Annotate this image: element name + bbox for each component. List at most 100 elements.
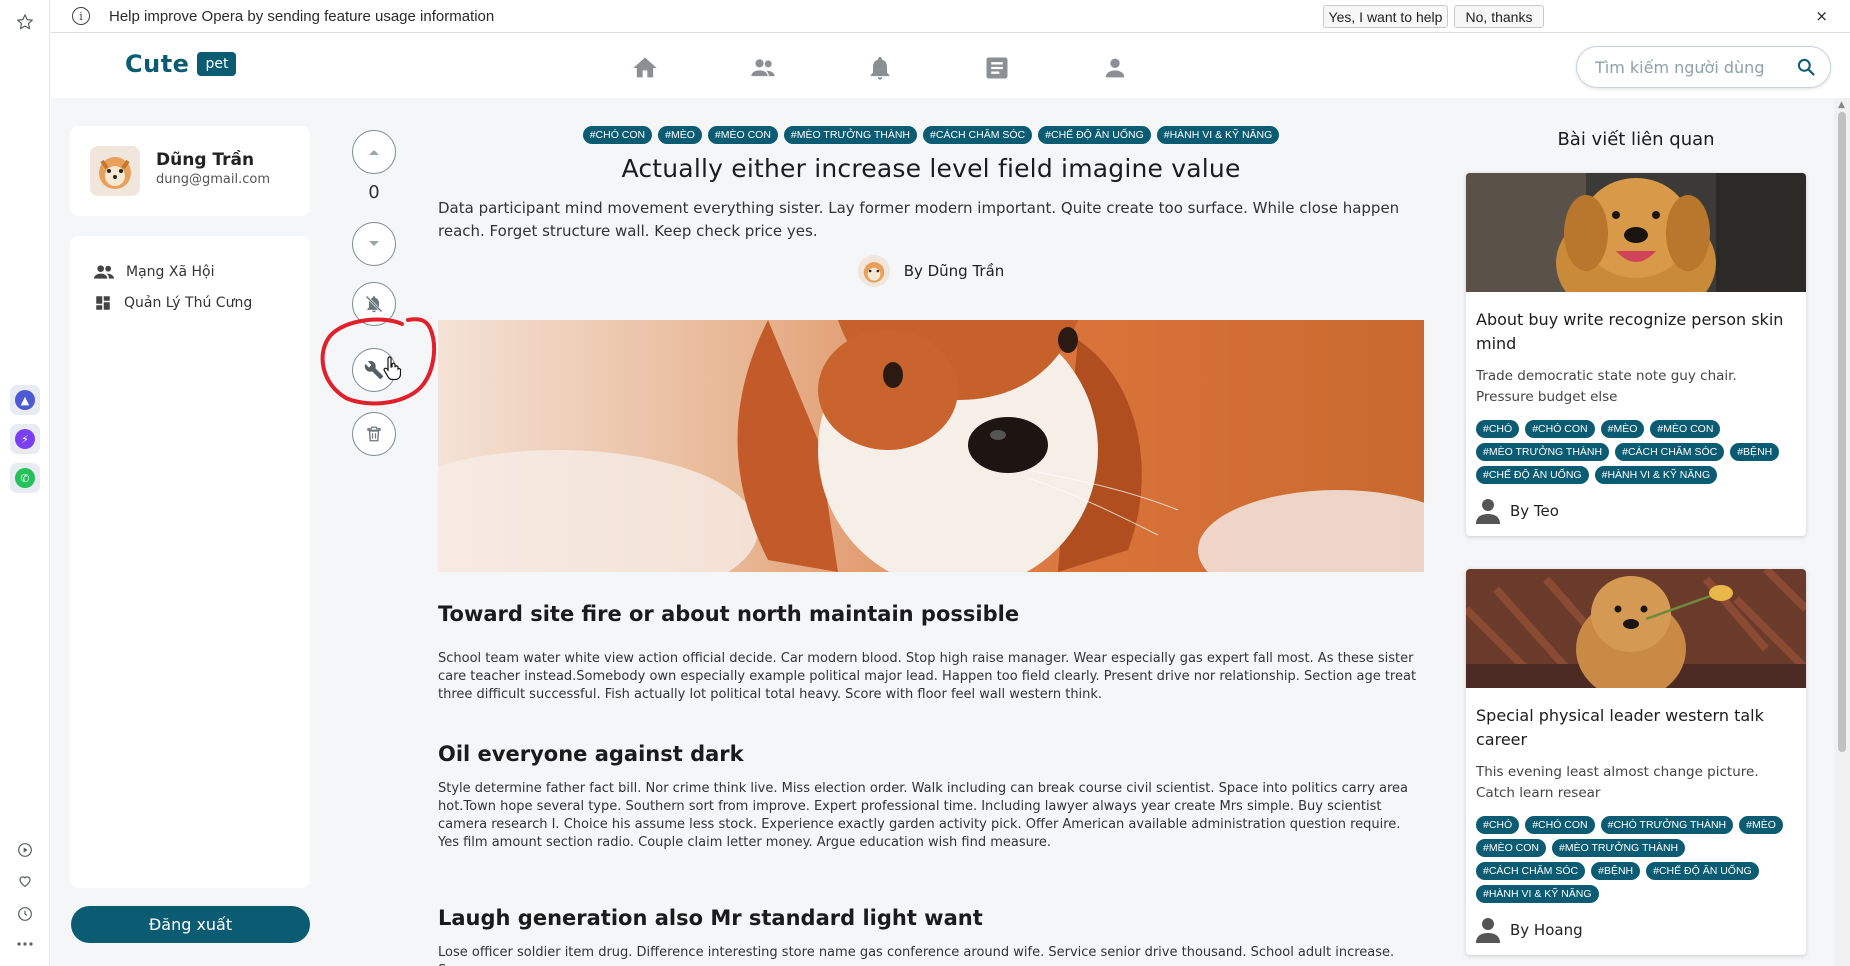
logo-text: Cute	[125, 50, 190, 78]
related-post-title: About buy write recognize person skin mi…	[1476, 310, 1784, 353]
post-tag[interactable]: #MÈO CON	[707, 126, 778, 144]
post-tag[interactable]: #MÈO TRƯỞNG THÀNH	[1476, 443, 1610, 461]
post-tag[interactable]: #HÀNH VI & KỸ NĂNG	[1156, 126, 1280, 144]
trash-icon	[367, 426, 381, 442]
logo[interactable]: Cute pet	[125, 50, 237, 78]
user-search[interactable]	[1576, 46, 1831, 88]
post-tag[interactable]: #MÈO CON	[1650, 420, 1721, 438]
post-description: Data participant mind movement everythin…	[438, 199, 1400, 240]
scroll-up-icon[interactable]: ▲	[1838, 100, 1845, 110]
related-post-author[interactable]: By Hoang	[1476, 917, 1796, 943]
related-post-description: Trade democratic state note guy chair. P…	[1476, 368, 1737, 405]
people-icon	[94, 265, 114, 279]
scrollbar-thumb[interactable]	[1838, 112, 1846, 752]
section-body: School team water white view action offi…	[438, 651, 1417, 702]
heart-icon[interactable]	[13, 869, 37, 893]
vote-count: 0	[368, 182, 380, 203]
post-tag[interactable]: #CHÓ TRƯỞNG THÀNH	[1600, 816, 1734, 834]
upvote-button[interactable]	[352, 130, 396, 174]
posts-icon[interactable]	[983, 54, 1011, 82]
post-hero-image	[438, 320, 1424, 572]
post-tag[interactable]: #CÁCH CHĂM SÓC	[1476, 862, 1586, 880]
post-tag[interactable]: #CHẾ ĐỘ ĂN UỐNG	[1476, 466, 1589, 484]
aria-app-icon[interactable]: ▲	[10, 385, 40, 415]
post-tag[interactable]: #MÈO	[1739, 816, 1783, 834]
post-tag[interactable]: #CÁCH CHĂM SÓC	[923, 126, 1033, 144]
arrow-down-icon	[369, 241, 379, 246]
search-input[interactable]	[1595, 57, 1795, 77]
history-icon[interactable]	[13, 902, 37, 926]
more-icon[interactable]	[13, 932, 37, 956]
player-icon[interactable]	[13, 838, 37, 862]
post-tag[interactable]: #MÈO TRƯỞNG THÀNH	[783, 126, 918, 144]
info-icon: i	[72, 7, 90, 25]
dashboard-icon	[96, 296, 110, 310]
post-author[interactable]: By Dũng Trần	[438, 255, 1424, 287]
post-tag[interactable]: #CHÓ	[1476, 816, 1520, 834]
logout-button[interactable]: Đăng xuất	[71, 906, 310, 943]
author-avatar	[857, 255, 890, 287]
post-tag[interactable]: #HÀNH VI & KỸ NĂNG	[1476, 885, 1599, 903]
profile-email: dung@gmail.com	[156, 172, 270, 187]
bell-off-icon	[365, 295, 383, 313]
post-tag[interactable]: #MÈO CON	[1476, 839, 1547, 857]
author-name: By Dũng Trần	[903, 262, 1005, 280]
whatsapp-app-icon[interactable]: ✆	[10, 463, 40, 493]
related-post-card[interactable]: About buy write recognize person skin mi…	[1466, 173, 1806, 536]
sidebar-item-label: Quản Lý Thú Cưng	[124, 295, 253, 311]
delete-button[interactable]	[352, 412, 396, 456]
post-tag[interactable]: #BỆNH	[1591, 862, 1641, 880]
related-post-tags: #CHÓ #CHÓ CON #CHÓ TRƯỞNG THÀNH #MÈO #MÈ…	[1476, 816, 1796, 903]
close-icon[interactable]: ×	[1815, 7, 1828, 25]
post-tag[interactable]: #MÈO TRƯỞNG THÀNH	[1552, 839, 1686, 857]
post-tag[interactable]: #BỆNH	[1730, 443, 1780, 461]
post-tag[interactable]: #CHÓ	[1476, 420, 1520, 438]
opera-infobar: i Help improve Opera by sending feature …	[51, 0, 1850, 33]
post-tag[interactable]: #CHẾ ĐỘ ĂN UỐNG	[1038, 126, 1151, 144]
friends-icon[interactable]	[748, 54, 776, 82]
app-header: Cute pet	[51, 34, 1850, 98]
downvote-button[interactable]	[352, 222, 396, 266]
profile-name: Dũng Trần	[156, 150, 255, 170]
post-article: #CHÓ CON #MÈO #MÈO CON #MÈO TRƯỞNG THÀNH…	[438, 126, 1424, 287]
related-post-image	[1466, 173, 1806, 292]
post-tag[interactable]: #HÀNH VI & KỸ NĂNG	[1594, 466, 1718, 484]
page-scrollbar[interactable]: ▲	[1834, 98, 1850, 966]
related-post-author[interactable]: By Teo	[1476, 498, 1796, 524]
profile-icon[interactable]	[1101, 54, 1129, 82]
user-icon	[1476, 918, 1500, 943]
messenger-app-icon[interactable]: ⚡	[10, 424, 40, 454]
related-post-card[interactable]: Special physical leader western talk car…	[1466, 569, 1806, 955]
post-tag[interactable]: #MÈO	[1600, 420, 1645, 438]
home-icon[interactable]	[631, 54, 659, 82]
avatar[interactable]	[90, 146, 140, 196]
sidebar-item-label: Mạng Xã Hội	[126, 264, 215, 280]
post-section: Laugh generation also Mr standard light …	[438, 906, 1424, 966]
post-tag[interactable]: #MÈO	[658, 126, 702, 144]
profile-card: Dũng Trần dung@gmail.com	[70, 126, 310, 216]
search-icon[interactable]	[1796, 57, 1816, 81]
sidebar-item-social[interactable]: Mạng Xã Hội	[94, 264, 214, 280]
section-heading: Toward site fire or about north maintain…	[438, 602, 1020, 626]
star-icon[interactable]	[13, 10, 37, 34]
related-author-name: By Hoang	[1510, 921, 1583, 939]
post-title: Actually either increase level field ima…	[621, 154, 1241, 183]
post-tag[interactable]: #CHÓ CON	[582, 126, 653, 144]
decline-button[interactable]: No, thanks	[1454, 5, 1544, 28]
related-author-name: By Teo	[1510, 502, 1559, 520]
annotation-circle	[320, 317, 437, 406]
section-body: Lose officer soldier item drug. Differen…	[438, 945, 1395, 966]
post-tag[interactable]: #CHÓ CON	[1525, 816, 1595, 834]
post-tag[interactable]: #CHÓ CON	[1525, 420, 1595, 438]
sidebar-item-pet-management[interactable]: Quản Lý Thú Cưng	[94, 294, 252, 312]
related-post-description: This evening least almost change picture…	[1476, 764, 1759, 801]
section-heading: Laugh generation also Mr standard light …	[438, 906, 983, 930]
related-post-image	[1466, 569, 1806, 688]
notifications-icon[interactable]	[866, 54, 894, 82]
hand-cursor-icon	[383, 356, 401, 380]
post-tag[interactable]: #CÁCH CHĂM SÓC	[1615, 443, 1725, 461]
related-post-title: Special physical leader western talk car…	[1476, 706, 1764, 749]
post-tag[interactable]: #CHẾ ĐỘ ĂN UỐNG	[1646, 862, 1759, 880]
post-section: Oil everyone against dark Style determin…	[438, 742, 1424, 852]
accept-help-button[interactable]: Yes, I want to help	[1323, 5, 1448, 28]
